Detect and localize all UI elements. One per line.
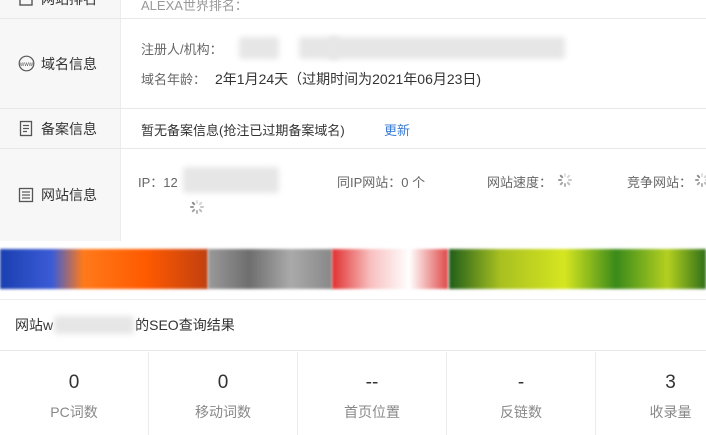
registrant-redacted-3: [329, 37, 565, 59]
stat-value: --: [365, 372, 379, 393]
ad-segment-left: [0, 249, 208, 289]
stat-label: 首页位置: [344, 404, 400, 420]
site-label: 网站信息: [41, 187, 97, 203]
beian-text: 暂无备案信息(抢注已过期备案域名): [141, 123, 345, 138]
domain-info-row: www 域名信息 注册人/机构： 域名年龄： 2年1月24天（过期时间为2021…: [0, 19, 706, 109]
seo-result-title: 网站w 的SEO查询结果: [0, 299, 706, 351]
domain-age-value: 2年1月24天（过期时间为2021年06月23日): [215, 71, 482, 87]
ip-label: IP：12: [138, 175, 178, 190]
seo-stats: 0 PC词数 0 移动词数 -- 首页位置 - 反链数 3 收录量: [0, 352, 706, 435]
stat-mobile-words[interactable]: 0 移动词数: [149, 352, 298, 435]
svg-text:www: www: [19, 62, 34, 68]
beian-label: 备案信息: [41, 120, 97, 137]
ad-segment-green: [449, 249, 706, 289]
ad-segment-middle: [208, 249, 332, 289]
stat-label: 收录量: [649, 404, 692, 420]
loading-spinner-competitor: [695, 173, 706, 187]
beian-row: 备案信息 暂无备案信息(抢注已过期备案域名) 更新: [0, 109, 706, 149]
alexa-row: 网站排名 ALEXA世界排名：: [0, 0, 706, 19]
stat-label: 移动词数: [195, 404, 251, 420]
document-icon: [17, 120, 35, 138]
competitor-label: 竞争网站：: [627, 175, 693, 190]
loading-spinner-speed: [558, 173, 572, 187]
loading-spinner-ip: [190, 200, 204, 214]
stat-indexed[interactable]: 3 收录量: [596, 352, 706, 435]
ad-segment-red: [332, 249, 448, 289]
alexa-label-cell: 网站排名: [0, 0, 121, 18]
domain-label-cell: www 域名信息: [0, 19, 121, 108]
beian-label-cell: 备案信息: [0, 109, 121, 148]
domain-age-label: 域名年龄：: [141, 72, 207, 87]
ip-redacted: [183, 167, 279, 193]
beian-update-link[interactable]: 更新: [384, 120, 410, 139]
list-icon: [17, 186, 35, 204]
seo-domain-redacted: [54, 316, 135, 334]
stat-value: 0: [217, 372, 229, 393]
chart-icon: [17, 0, 35, 8]
www-icon: www: [17, 55, 35, 73]
registrant-label: 注册人/机构：: [141, 42, 223, 57]
stat-backlinks[interactable]: - 反链数: [447, 352, 596, 435]
stat-value: 0: [68, 372, 80, 393]
stat-value: 3: [665, 372, 676, 393]
alexa-text: ALEXA世界排名：: [141, 0, 248, 13]
site-speed-label: 网站速度：: [487, 175, 553, 190]
stat-pc-words[interactable]: 0 PC词数: [0, 352, 149, 435]
ad-banner[interactable]: [0, 241, 706, 295]
stat-label: PC词数: [50, 404, 98, 420]
stat-value: -: [517, 372, 525, 393]
same-ip-label[interactable]: 同IP网站：0 个: [337, 172, 425, 191]
site-info-row: 网站信息 IP：12 同IP网站：0 个 网站速度： 竞争网站：: [0, 149, 706, 241]
site-label-cell: 网站信息: [0, 149, 121, 241]
stat-label: 反链数: [500, 404, 542, 420]
registrant-redacted-1: [239, 37, 279, 59]
domain-label: 域名信息: [41, 55, 97, 72]
seo-title-prefix: 网站w: [15, 317, 54, 333]
stat-homepage-position[interactable]: -- 首页位置: [298, 352, 447, 435]
alexa-label: 网站排名: [41, 0, 97, 9]
seo-title-suffix: 的SEO查询结果: [135, 317, 235, 333]
